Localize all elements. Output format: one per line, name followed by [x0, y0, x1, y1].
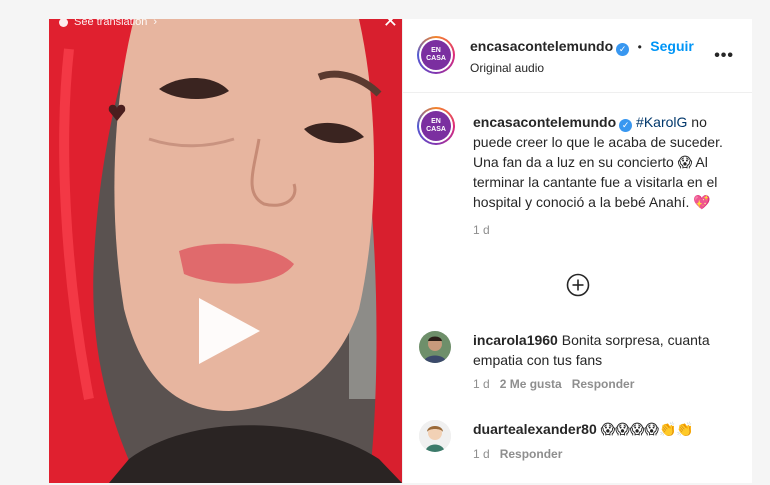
comment-timestamp: 1 d: [473, 447, 490, 461]
comment-text: incarola1960 Bonita sorpresa, cuanta emp…: [473, 330, 738, 370]
comment-meta: 1 d 2 Me gusta Responder: [473, 377, 634, 391]
play-icon[interactable]: [194, 296, 264, 366]
more-options-icon[interactable]: •••: [714, 47, 734, 65]
comment-username[interactable]: incarola1960: [473, 332, 558, 348]
video-frame: [49, 19, 402, 483]
load-more-comments-icon[interactable]: [566, 273, 590, 297]
chevron-right-icon: ›: [153, 19, 158, 28]
video-player[interactable]: See translation › ✕: [49, 19, 402, 483]
close-icon[interactable]: ✕: [383, 19, 398, 32]
author-username[interactable]: encasacontelemundo: [470, 38, 613, 54]
comment-username[interactable]: duartealexander80: [473, 421, 597, 437]
commenter-avatar[interactable]: [419, 420, 451, 452]
verified-badge-icon: ✓: [616, 43, 630, 56]
comment-likes-link[interactable]: 2 Me gusta: [500, 377, 562, 391]
reply-button[interactable]: Responder: [572, 377, 635, 391]
brand-logo: EN CASA: [421, 40, 451, 70]
verified-badge-icon: ✓: [619, 119, 633, 132]
audio-label[interactable]: Original audio: [470, 61, 544, 75]
caption-avatar[interactable]: EN CASA: [417, 107, 455, 145]
separator-dot: •: [637, 40, 642, 54]
logo-text: EN CASA: [426, 47, 446, 62]
caption-username[interactable]: encasacontelemundo: [473, 114, 616, 130]
comment-meta: 1 d Responder: [473, 447, 562, 461]
post-caption: encasacontelemundo ✓ #KarolG no puede cre…: [473, 112, 738, 240]
emoji-scream: 😱: [677, 154, 693, 170]
translate-icon: [59, 19, 68, 27]
post-header: EN CASA encasacontelemundo ✓ • Seguir Ori…: [403, 19, 752, 93]
reply-button[interactable]: Responder: [500, 447, 563, 461]
see-translation-label: See translation: [74, 19, 148, 28]
post-details-panel: EN CASA encasacontelemundo ✓ • Seguir Ori…: [402, 19, 752, 483]
hashtag-link[interactable]: #KarolG: [636, 114, 687, 130]
brand-logo: EN CASA: [421, 111, 451, 141]
logo-text: EN CASA: [426, 118, 446, 133]
header-title-row: encasacontelemundo ✓ • Seguir: [470, 38, 694, 56]
see-translation-link[interactable]: See translation ›: [59, 19, 157, 28]
author-avatar[interactable]: EN CASA: [417, 36, 455, 74]
comment-body: 😱😱😱😱👏👏: [600, 421, 694, 437]
comment-timestamp: 1 d: [473, 377, 490, 391]
emoji-heart: 💖: [693, 194, 711, 210]
follow-button[interactable]: Seguir: [650, 38, 694, 54]
commenter-avatar[interactable]: [419, 331, 451, 363]
caption-timestamp: 1 d: [473, 223, 490, 237]
comment-text: duartealexander80 😱😱😱😱👏👏: [473, 419, 738, 439]
